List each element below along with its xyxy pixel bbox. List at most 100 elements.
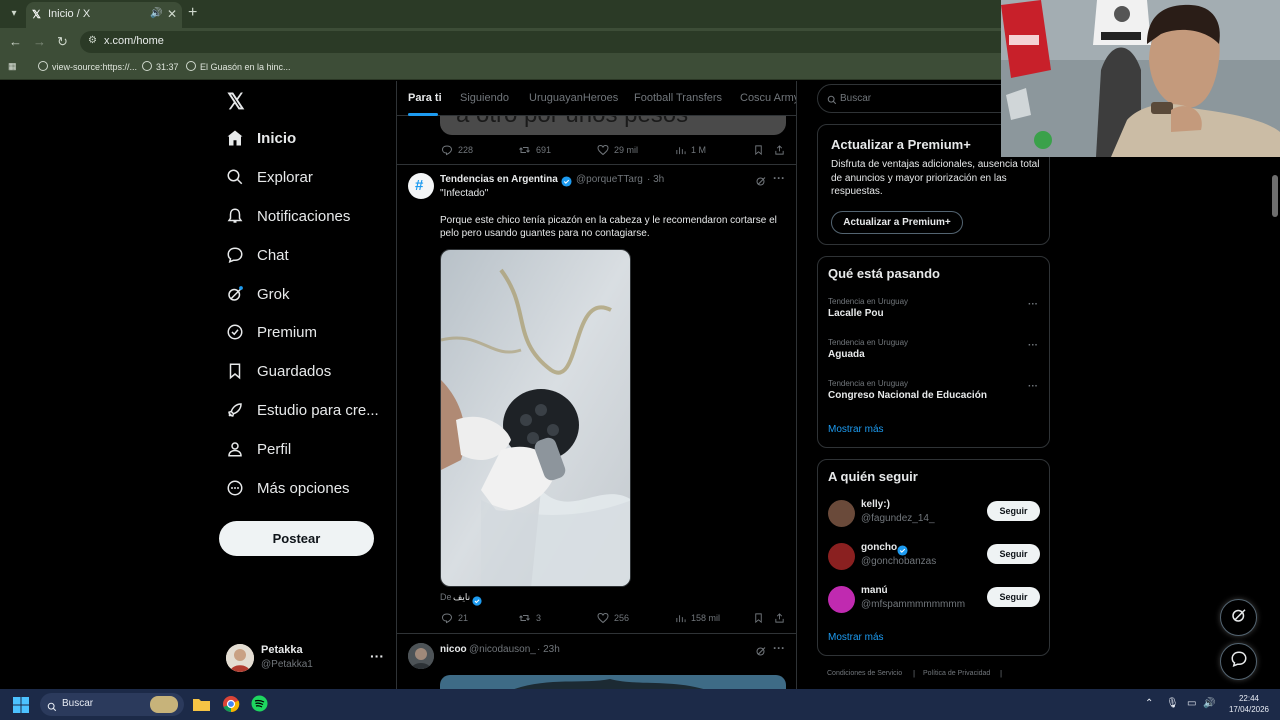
sidebar-item-perfil[interactable]: Perfil xyxy=(226,437,291,461)
post-time[interactable]: · 3h xyxy=(647,174,664,185)
reply-action[interactable]: 228 xyxy=(441,144,473,156)
spotify-icon[interactable] xyxy=(251,695,268,717)
sidebar-item-label: Estudio para cre... xyxy=(257,401,379,419)
repost-action[interactable]: 691 xyxy=(518,144,551,156)
next-post-author[interactable]: nicoo xyxy=(440,644,467,655)
browser-tab[interactable]: 𝕏 Inicio / X 🔊 ✕ xyxy=(26,2,182,28)
sidebar-item-notificaciones[interactable]: Notificaciones xyxy=(226,204,350,228)
divider xyxy=(397,633,796,634)
more-dots-icon[interactable]: ··· xyxy=(1028,381,1038,392)
share-action[interactable] xyxy=(774,144,790,156)
sidebar-item-estudio[interactable]: Estudio para cre... xyxy=(226,398,379,422)
address-bar[interactable]: ⚙ x.com/home xyxy=(80,31,1040,53)
site-info-icon[interactable]: ⚙ xyxy=(88,35,97,46)
post-text: Porque este chico tenía picazón en la ca… xyxy=(440,215,777,239)
microphone-icon[interactable]: 🎙 xyxy=(1166,698,1179,709)
sidebar-item-explorar[interactable]: Explorar xyxy=(226,165,313,189)
follow-button[interactable]: Seguir xyxy=(987,587,1040,607)
volume-icon[interactable]: 🔊 xyxy=(1203,698,1215,709)
tray-chevron-icon[interactable]: ⌃ xyxy=(1145,698,1153,709)
more-dots-icon[interactable]: ··· xyxy=(370,648,384,664)
forward-icon[interactable]: → xyxy=(33,34,46,49)
x-logo-icon[interactable]: 𝕏 xyxy=(227,89,245,115)
suggestion-name: manú xyxy=(861,585,888,596)
tab-siguiendo[interactable]: Siguiendo xyxy=(460,92,509,104)
close-tab-icon[interactable]: ✕ xyxy=(167,7,177,21)
via-author[interactable]: نايف xyxy=(453,592,470,603)
scrollbar-track[interactable] xyxy=(1270,157,1280,689)
sidebar-item-premium[interactable]: Premium xyxy=(226,320,317,344)
sidebar-item-inicio[interactable]: Inicio xyxy=(226,126,296,150)
apps-grid-icon[interactable]: ▦ xyxy=(8,61,17,72)
more-dots-icon[interactable]: ··· xyxy=(1028,299,1038,310)
grok-explain-icon[interactable] xyxy=(755,644,767,662)
reload-icon[interactable]: ↻ xyxy=(57,34,68,50)
bookmark-action[interactable] xyxy=(753,612,769,624)
follow-suggestion[interactable]: kelly:) @fagundez_14_ Seguir xyxy=(828,498,1041,528)
network-icon[interactable]: ▭ xyxy=(1187,698,1196,709)
sidebar-item-chat[interactable]: Chat xyxy=(226,243,289,267)
grok-explain-icon[interactable] xyxy=(755,174,767,192)
trend-context: Tendencia en Uruguay xyxy=(828,297,909,306)
follow-button[interactable]: Seguir xyxy=(987,544,1040,564)
next-post-handle[interactable]: @nicodauson_ xyxy=(469,644,536,655)
like-action[interactable]: 256 xyxy=(597,612,629,624)
file-explorer-icon[interactable] xyxy=(193,696,210,717)
messages-floating-button[interactable] xyxy=(1220,643,1257,680)
sidebar-item-mas-opciones[interactable]: Más opciones xyxy=(226,476,350,500)
reply-action[interactable]: 21 xyxy=(441,612,468,624)
trend-item[interactable]: Tendencia en Uruguay Aguada ··· xyxy=(828,338,1038,360)
more-dots-icon[interactable]: ··· xyxy=(773,641,785,655)
taskbar-search[interactable]: Buscar xyxy=(40,693,184,716)
share-action[interactable] xyxy=(774,612,790,624)
sidebar-item-label: Inicio xyxy=(257,129,297,147)
next-post-media[interactable] xyxy=(440,675,786,689)
trend-name: Congreso Nacional de Educación xyxy=(828,390,987,401)
follow-suggestion[interactable]: manú @mfspammmmmmmm Seguir xyxy=(828,584,1041,614)
windows-start-icon[interactable] xyxy=(13,697,29,718)
tab-para-ti[interactable]: Para ti xyxy=(408,92,442,104)
footer-link-terms[interactable]: Condiciones de Servicio xyxy=(827,670,902,677)
back-icon[interactable]: ← xyxy=(9,34,22,49)
post-handle[interactable]: @porqueTTarg xyxy=(576,174,643,185)
bookmark-view-source[interactable]: view-source:https://... xyxy=(38,61,137,72)
grok-floating-button[interactable] xyxy=(1220,599,1257,636)
trend-item[interactable]: Tendencia en Uruguay Lacalle Pou ··· xyxy=(828,297,1038,319)
follow-button[interactable]: Seguir xyxy=(987,501,1040,521)
views-action[interactable]: 1 M xyxy=(675,144,706,156)
taskbar-clock[interactable]: 22:44 17/04/2026 xyxy=(1222,693,1276,715)
more-dots-icon[interactable]: ··· xyxy=(773,171,785,185)
profile-handle: @Petakka1 xyxy=(261,659,313,670)
post-button[interactable]: Postear xyxy=(219,521,374,556)
next-post-avatar[interactable] xyxy=(408,643,434,669)
bookmark-guason[interactable]: El Guasón en la hinc... xyxy=(186,61,291,72)
repost-action[interactable]: 3 xyxy=(518,612,541,624)
tab-football-transfers[interactable]: Football Transfers xyxy=(634,92,722,104)
trends-show-more-link[interactable]: Mostrar más xyxy=(828,424,884,435)
more-dots-icon[interactable]: ··· xyxy=(1028,340,1038,351)
new-tab-button[interactable]: + xyxy=(188,4,197,22)
tab-search-chevron-icon[interactable]: ▾ xyxy=(6,6,22,22)
tab-coscu-army[interactable]: Coscu Army xyxy=(740,92,796,104)
premium-upgrade-button[interactable]: Actualizar a Premium+ xyxy=(831,211,963,234)
scrollbar-thumb[interactable] xyxy=(1272,175,1278,217)
footer-link-privacy[interactable]: Política de Privacidad xyxy=(923,670,990,677)
trend-item[interactable]: Tendencia en Uruguay Congreso Nacional d… xyxy=(828,379,1038,401)
post-video[interactable] xyxy=(440,249,631,587)
bookmark-time[interactable]: 31:37 xyxy=(142,61,179,72)
views-action[interactable]: 158 mil xyxy=(675,612,720,624)
next-post-time[interactable]: · 23h xyxy=(537,644,560,655)
follow-show-more-link[interactable]: Mostrar más xyxy=(828,632,884,643)
sidebar-item-grok[interactable]: Grok xyxy=(226,282,290,306)
chrome-icon[interactable] xyxy=(222,695,240,718)
post-avatar[interactable]: # xyxy=(408,173,434,199)
sidebar-item-label: Perfil xyxy=(257,440,292,458)
follow-suggestion[interactable]: goncho @gonchobanzas Seguir xyxy=(828,541,1041,571)
speaker-icon[interactable]: 🔊 xyxy=(150,8,162,19)
bookmark-action[interactable] xyxy=(753,144,769,156)
account-switcher[interactable]: Petakka @Petakka1 ··· xyxy=(226,642,386,676)
sidebar-item-guardados[interactable]: Guardados xyxy=(226,359,331,383)
like-action[interactable]: 29 mil xyxy=(597,144,638,156)
post-author[interactable]: Tendencias en Argentina xyxy=(440,174,558,185)
tab-uruguayan-heroes[interactable]: UruguayanHeroes xyxy=(529,92,618,104)
